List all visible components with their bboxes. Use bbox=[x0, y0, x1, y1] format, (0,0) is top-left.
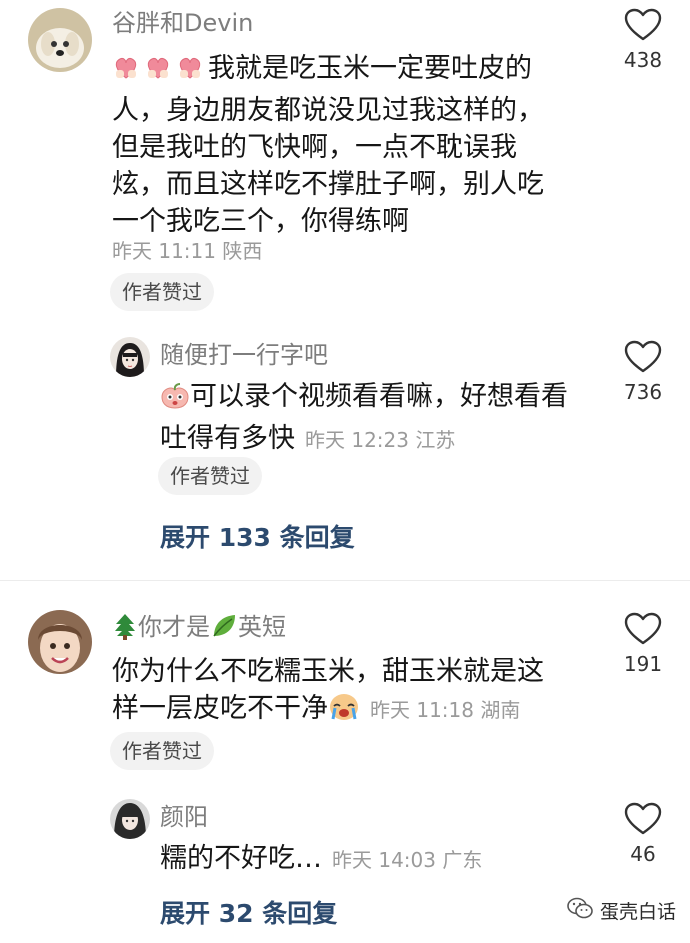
like-count: 438 bbox=[623, 48, 663, 72]
comment-line: 一个我吃三个，你得练啊 bbox=[112, 206, 409, 237]
like-count: 46 bbox=[630, 842, 656, 866]
like-count: 736 bbox=[623, 380, 663, 404]
comment-text: 你为什么不吃糯玉米，甜玉米就是这 样一层皮吃不干净 昨天 11:18 湖南 bbox=[112, 653, 544, 732]
expand-replies-button[interactable]: 展开 133 条回复 bbox=[160, 518, 355, 554]
reply-meta: 昨天 14:03 广东 bbox=[332, 848, 483, 872]
reply-meta: 昨天 12:23 江苏 bbox=[305, 428, 456, 452]
comment-meta: 昨天 11:18 湖南 bbox=[370, 698, 521, 722]
comment-username[interactable]: 你才是 英短 bbox=[112, 612, 286, 647]
comment-line: 但是我吐的飞快啊，一点不耽误我 bbox=[112, 132, 517, 163]
reply-avatar[interactable] bbox=[110, 337, 150, 377]
tree-emoji-icon bbox=[112, 612, 138, 647]
heart-outline-icon bbox=[624, 612, 662, 645]
username-part: 你才是 bbox=[138, 613, 210, 641]
reply-text: 糯的不好吃… 昨天 14:03 广东 bbox=[160, 840, 482, 879]
avatar[interactable] bbox=[28, 8, 92, 72]
wechat-icon bbox=[566, 896, 594, 925]
reply-avatar[interactable] bbox=[110, 799, 150, 839]
avatar[interactable] bbox=[28, 610, 92, 674]
comment-text: 我就是吃玉米一定要吐皮的 人，身边朋友都说没见过我这样的， 但是我吐的飞快啊，一… bbox=[112, 50, 544, 240]
author-liked-badge: 作者赞过 bbox=[110, 732, 214, 770]
comment-meta: 昨天 11:11 陕西 bbox=[112, 239, 263, 263]
comment-line: 我就是吃玉米一定要吐皮的 bbox=[208, 53, 532, 84]
reply-line: 糯的不好吃… bbox=[160, 843, 322, 874]
author-liked-badge: 作者赞过 bbox=[158, 457, 262, 495]
reply-text: 可以录个视频看看嘛，好想看看 吐得有多快 昨天 12:23 江苏 bbox=[160, 378, 568, 459]
comment-line: 你为什么不吃糯玉米，甜玉米就是这 bbox=[112, 656, 544, 687]
like-button[interactable]: 191 bbox=[608, 612, 678, 676]
like-button[interactable]: 438 bbox=[608, 8, 678, 72]
like-count: 191 bbox=[623, 652, 663, 676]
expand-replies-button[interactable]: 展开 32 条回复 bbox=[160, 894, 337, 930]
reply-line: 可以录个视频看看嘛，好想看看 bbox=[190, 381, 568, 412]
like-button[interactable]: 46 bbox=[608, 802, 678, 866]
watermark: 蛋壳白话 bbox=[566, 896, 676, 925]
comment-line: 样一层皮吃不干净 bbox=[112, 693, 328, 724]
watermark-text: 蛋壳白话 bbox=[599, 901, 676, 923]
heart-outline-icon bbox=[624, 340, 662, 373]
heart-outline-icon bbox=[624, 8, 662, 41]
comment-line: 人，身边朋友都说没见过我这样的， bbox=[112, 95, 544, 126]
comment-username[interactable]: 谷胖和Devin bbox=[112, 8, 253, 38]
divider bbox=[0, 580, 690, 581]
heart-outline-icon bbox=[624, 802, 662, 835]
crying-face-emoji-icon bbox=[328, 692, 360, 732]
reply-username[interactable]: 随便打一行字吧 bbox=[160, 340, 328, 370]
reply-line: 吐得有多快 bbox=[160, 423, 295, 454]
peach-face-emoji-icon bbox=[160, 382, 190, 420]
reply-username[interactable]: 颜阳 bbox=[160, 802, 208, 832]
comment-line: 炫，而且这样吃不撑肚子啊，别人吃 bbox=[112, 169, 544, 200]
author-liked-badge: 作者赞过 bbox=[110, 273, 214, 311]
leaf-emoji-icon bbox=[210, 612, 238, 647]
like-button[interactable]: 736 bbox=[608, 340, 678, 404]
heart-hands-emoji-icon bbox=[112, 54, 208, 92]
username-part: 英短 bbox=[238, 613, 286, 641]
